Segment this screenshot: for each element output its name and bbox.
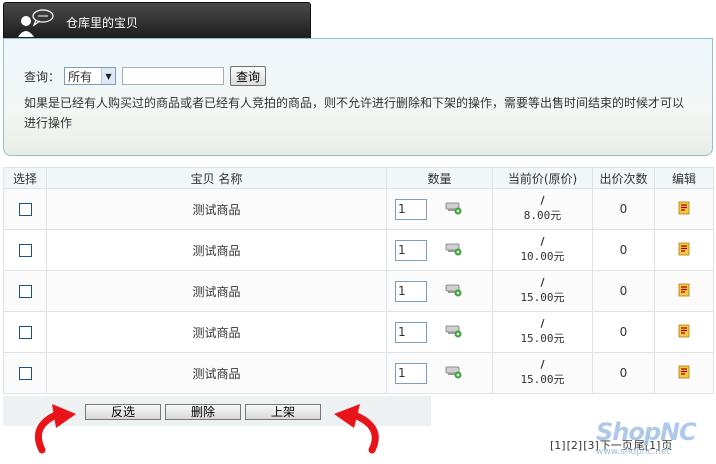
query-type-value: 所有 [68,69,93,84]
header-price: 当前价(原价) [492,167,593,189]
page-title: 仓库里的宝贝 [66,16,139,30]
notice-text: 如果是已经有人购买过的商品或者已经有人竞拍的商品，则不允许进行删除和下架的操作，… [24,96,685,130]
row-checkbox[interactable] [18,367,32,380]
add-stock-icon[interactable] [445,324,463,341]
price-cell: / 15.00元 [492,311,593,353]
add-stock-icon[interactable] [445,283,463,300]
quantity-cell: 1 [386,311,493,353]
header-quantity: 数量 [386,167,493,189]
chevron-down-icon[interactable]: ▼ [101,68,116,84]
goods-name[interactable]: 测试商品 [46,229,387,271]
header-edit: 编辑 [654,167,714,189]
goods-name[interactable]: 测试商品 [46,352,387,394]
page-link-3[interactable]: [3] [583,439,599,452]
add-stock-icon[interactable] [445,201,463,218]
query-panel: 查询： 所有 ▼ 查询 如果是已经有人购买过的商品或者已经有人竞拍的商品，则不允… [3,38,713,156]
table-row: 测试商品 1 / 15.00元 0 [3,270,714,312]
price-value: 10.00元 [520,250,565,263]
shelve-button[interactable]: 上架 [245,404,321,420]
row-checkbox[interactable] [18,285,32,298]
user-chat-icon [18,9,54,37]
curved-arrow-left-icon [35,404,76,454]
select-cell [3,270,47,312]
bid-count: 0 [592,311,655,353]
header-select: 选择 [3,167,47,189]
add-stock-icon[interactable] [445,365,463,382]
select-cell [3,311,47,353]
price-separator: / [540,358,545,371]
edit-cell [654,188,714,230]
price-value: 15.00元 [520,373,565,386]
invert-selection-button[interactable]: 反选 [85,404,161,420]
select-cell [3,352,47,394]
header-name: 宝贝 名称 [46,167,387,189]
query-button[interactable]: 查询 [230,66,267,86]
query-input[interactable] [122,67,225,85]
page-link-1[interactable]: [1] [550,439,566,452]
goods-table: 选择 宝贝 名称 数量 当前价(原价) 出价次数 编辑 测试商品 1 / 8.00元 0… [3,167,714,394]
page-suffix: 页 [661,439,673,452]
quantity-cell: 1 [386,188,493,230]
curved-arrow-right-icon [334,404,379,454]
edit-cell [654,229,714,271]
query-row: 查询： 所有 ▼ 查询 [24,66,267,86]
bid-count: 0 [592,188,655,230]
price-separator: / [540,317,545,330]
quantity-input[interactable]: 1 [395,198,427,220]
bid-count: 0 [592,229,655,271]
edit-icon[interactable] [677,242,691,259]
price-cell: / 15.00元 [492,352,593,394]
add-stock-icon[interactable] [445,242,463,259]
table-row: 测试商品 1 / 15.00元 0 [3,311,714,353]
table-row: 测试商品 1 / 10.00元 0 [3,229,714,271]
goods-name[interactable]: 测试商品 [46,270,387,312]
price-separator: / [540,235,545,248]
edit-icon[interactable] [677,201,691,218]
row-checkbox[interactable] [18,203,32,216]
table-header-row: 选择 宝贝 名称 数量 当前价(原价) 出价次数 编辑 [3,167,714,189]
edit-cell [654,311,714,353]
price-cell: / 10.00元 [492,229,593,271]
pagination: [1][2][3]下一页尾[1]页 [550,437,673,453]
quantity-input[interactable]: 1 [395,239,427,261]
select-cell [3,188,47,230]
edit-cell [654,270,714,312]
last-page-link[interactable]: 尾[1] [634,439,661,452]
goods-name[interactable]: 测试商品 [46,188,387,230]
next-page-link[interactable]: 下一页 [600,439,633,452]
page-tab: 仓库里的宝贝 [3,2,311,39]
quantity-cell: 1 [386,352,493,394]
price-value: 15.00元 [520,291,565,304]
page-link-2[interactable]: [2] [567,439,583,452]
goods-name[interactable]: 测试商品 [46,311,387,353]
row-checkbox[interactable] [18,326,32,339]
header-bids: 出价次数 [592,167,655,189]
quantity-input[interactable]: 1 [395,280,427,302]
query-label: 查询： [24,69,61,84]
row-checkbox[interactable] [18,244,32,257]
quantity-cell: 1 [386,229,493,271]
delete-button[interactable]: 删除 [165,404,241,420]
quantity-input[interactable]: 1 [395,321,427,343]
bid-count: 0 [592,352,655,394]
quantity-input[interactable]: 1 [395,362,427,384]
table-row: 测试商品 1 / 8.00元 0 [3,188,714,230]
price-separator: / [540,194,545,207]
price-value: 8.00元 [523,209,562,222]
price-cell: / 15.00元 [492,270,593,312]
edit-icon[interactable] [677,283,691,300]
header-bar: 仓库里的宝贝 [0,0,716,40]
edit-icon[interactable] [677,324,691,341]
table-row: 测试商品 1 / 15.00元 0 [3,352,714,394]
edit-cell [654,352,714,394]
select-cell [3,229,47,271]
bid-count: 0 [592,270,655,312]
quantity-cell: 1 [386,270,493,312]
price-value: 15.00元 [520,332,565,345]
query-type-select[interactable]: 所有 ▼ [64,67,117,85]
price-cell: / 8.00元 [492,188,593,230]
edit-icon[interactable] [677,365,691,382]
price-separator: / [540,276,545,289]
